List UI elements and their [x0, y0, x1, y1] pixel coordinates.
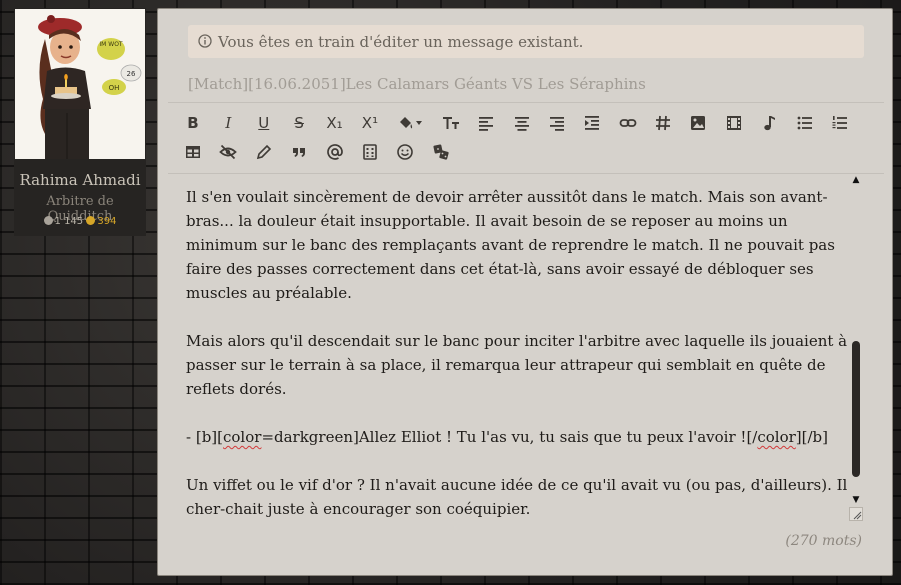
link-icon: [619, 119, 637, 127]
numbered-list-button[interactable]: [827, 111, 853, 135]
avatar-illustration: IM WOT 26 OH: [15, 9, 145, 159]
italic-button[interactable]: I: [215, 111, 241, 135]
calculator-icon: [363, 144, 377, 160]
paragraph: Mais alors qu'il descendait sur le banc …: [186, 332, 848, 398]
italic-label: I: [225, 114, 232, 132]
pencil-button[interactable]: [251, 140, 277, 164]
editor-toolbar: B I U S X₁ X¹: [168, 102, 884, 174]
bold-button[interactable]: B: [180, 111, 206, 135]
message-textarea[interactable]: Il s'en voulait sincèrement de devoir ar…: [168, 173, 862, 525]
dialogue-text: =darkgreen]Allez Elliot ! Tu l'as vu, tu…: [261, 428, 758, 446]
hide-button[interactable]: [215, 140, 241, 164]
music-note-icon: [764, 116, 776, 131]
strikethrough-label: S: [294, 114, 304, 132]
paragraph: Il s'en voulait sincèrement de devoir ar…: [186, 188, 835, 302]
text-size-icon: [442, 117, 459, 129]
superscript-label: X¹: [361, 114, 379, 132]
avatar[interactable]: IM WOT 26 OH: [15, 9, 145, 159]
message-editor: Vous êtes en train d'éditer un message e…: [157, 8, 893, 576]
font-size-button[interactable]: [438, 111, 464, 135]
numbered-list-icon: [832, 116, 848, 129]
table-icon: [186, 146, 200, 158]
subscript-label: X₁: [326, 114, 343, 132]
coin-icon: [86, 216, 96, 225]
table-button[interactable]: [180, 140, 206, 164]
at-sign-icon: [326, 144, 343, 160]
scrollbar[interactable]: ▲ ▼: [848, 175, 864, 515]
dialogue-suffix: ][/b]: [795, 428, 829, 446]
message-count: 1 145: [54, 216, 84, 227]
coin-count: 394: [97, 216, 117, 227]
resize-handle-icon[interactable]: [849, 507, 863, 521]
subject-input[interactable]: [188, 73, 868, 95]
scroll-down-arrow[interactable]: ▼: [851, 495, 861, 505]
align-right-icon: [549, 117, 564, 131]
align-left-button[interactable]: [473, 111, 499, 135]
dice-button[interactable]: [428, 140, 454, 164]
toolbar-row-2: [180, 140, 463, 164]
superscript-button[interactable]: X¹: [357, 111, 383, 135]
toolbar-row-1: B I U S X₁ X¹: [180, 111, 862, 135]
align-center-button[interactable]: [509, 111, 535, 135]
text-color-button[interactable]: [392, 111, 428, 135]
align-center-icon: [514, 117, 529, 131]
quote-button[interactable]: [286, 140, 312, 164]
image-button[interactable]: [685, 111, 711, 135]
scroll-up-arrow[interactable]: ▲: [851, 175, 861, 185]
align-left-icon: [479, 117, 494, 131]
profile-card: IM WOT 26 OH Rahima Ahmadi Arbitre de Qu…: [14, 8, 146, 236]
paragraph: Un viffet ou le vif d'or ? Il n'avait au…: [186, 476, 848, 518]
edit-notice-text: Vous êtes en train d'éditer un message e…: [218, 32, 584, 51]
spoiler-button[interactable]: [357, 140, 383, 164]
username[interactable]: Rahima Ahmadi: [14, 171, 146, 189]
image-icon: [691, 116, 706, 130]
indent-icon: [585, 116, 600, 130]
eye-slash-icon: [219, 144, 238, 160]
hashtag-button[interactable]: [650, 111, 676, 135]
audio-button[interactable]: [756, 111, 782, 135]
underline-label: U: [258, 114, 270, 132]
bubble-text-2: OH: [109, 84, 120, 92]
underline-button[interactable]: U: [251, 111, 277, 135]
strikethrough-button[interactable]: S: [286, 111, 312, 135]
video-button[interactable]: [721, 111, 747, 135]
quote-icon: [293, 148, 306, 157]
align-right-button[interactable]: [544, 111, 570, 135]
scrollbar-thumb[interactable]: [852, 341, 860, 477]
bold-label: B: [187, 114, 199, 132]
paint-bucket-icon: [400, 117, 423, 129]
spellcheck-word: color: [757, 428, 796, 446]
dialogue-prefix: - [b][: [186, 428, 223, 446]
dialogue-line: - [b][color=darkgreen]Allez Elliot ! Tu …: [186, 425, 854, 449]
info-icon: [198, 34, 212, 48]
edit-notice: Vous êtes en train d'éditer un message e…: [188, 25, 864, 58]
hashtag-icon: [656, 115, 671, 131]
message-content: Il s'en voulait sincèrement de devoir ar…: [186, 185, 854, 525]
pencil-icon: [256, 144, 271, 160]
smiley-icon: [397, 144, 414, 160]
message-icon: [43, 216, 53, 225]
mention-button[interactable]: [322, 140, 348, 164]
word-count: (270 mots): [785, 533, 862, 549]
bullet-list-icon: [797, 116, 812, 130]
link-button[interactable]: [615, 111, 641, 135]
film-icon: [726, 116, 741, 130]
subscript-button[interactable]: X₁: [322, 111, 348, 135]
bubble-text: IM WOT: [99, 41, 123, 48]
dice-icon: [433, 144, 449, 160]
bullet-list-button[interactable]: [792, 111, 818, 135]
indent-button[interactable]: [579, 111, 605, 135]
spellcheck-word: color: [223, 428, 262, 446]
user-stats: 1 145 394: [14, 216, 146, 227]
bubble-number: 26: [127, 70, 136, 78]
emoji-button[interactable]: [392, 140, 418, 164]
